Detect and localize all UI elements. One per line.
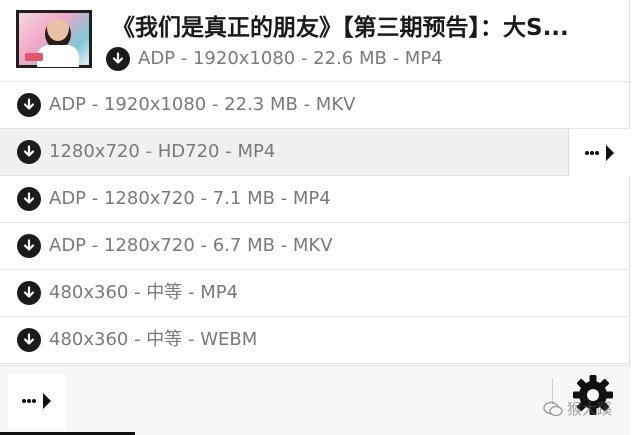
download-popup: 《我们是真正的朋友》【第三期预告】：大S... ADP - 1920x1080 … (0, 0, 630, 435)
video-header: 《我们是真正的朋友》【第三期预告】：大S... ADP - 1920x1080 … (0, 0, 630, 82)
format-label: ADP - 1280x720 - 7.1 MB - MP4 (49, 188, 331, 209)
download-icon (17, 93, 41, 117)
format-label: 480x360 - 中等 - WEBM (49, 329, 258, 350)
ellipsis-icon (584, 150, 599, 155)
play-arrow-icon (605, 144, 614, 161)
thumbnail-body (37, 45, 79, 67)
format-option[interactable]: 480x360 - 中等 - MP4 (0, 270, 630, 317)
format-label: 480x360 - 中等 - MP4 (49, 282, 239, 303)
watermark-text: 猴大蹊 (566, 400, 612, 418)
primary-download-option[interactable]: ADP - 1920x1080 - 22.6 MB - MP4 (106, 46, 443, 72)
format-list: ADP - 1920x1080 - 22.3 MB - MKV 1280x720… (0, 82, 630, 364)
format-option[interactable]: ADP - 1280x720 - 6.7 MB - MKV (0, 223, 630, 270)
more-options-button[interactable] (568, 129, 630, 176)
download-icon (17, 234, 41, 258)
thumbnail-tag (25, 53, 43, 61)
download-icon (17, 140, 41, 164)
download-icon (17, 328, 41, 352)
wechat-icon (543, 401, 563, 416)
format-option[interactable]: ADP - 1920x1080 - 22.3 MB - MKV (0, 82, 630, 129)
more-menu-button[interactable] (8, 374, 66, 428)
popup-footer: 猴大蹊 (0, 365, 630, 435)
primary-format-label: ADP - 1920x1080 - 22.6 MB - MP4 (138, 48, 443, 69)
format-label: 1280x720 - HD720 - MP4 (49, 141, 276, 162)
watermark: 猴大蹊 (543, 398, 612, 419)
ellipsis-icon (22, 399, 36, 403)
format-option[interactable]: 480x360 - 中等 - WEBM (0, 317, 630, 364)
thumbnail-image (19, 13, 89, 67)
video-thumbnail[interactable] (16, 10, 92, 68)
format-option[interactable]: ADP - 1280x720 - 7.1 MB - MP4 (0, 176, 630, 223)
format-label: ADP - 1280x720 - 6.7 MB - MKV (49, 235, 333, 256)
play-arrow-icon (43, 393, 51, 409)
download-icon (106, 47, 130, 71)
format-option[interactable]: 1280x720 - HD720 - MP4 (0, 129, 630, 176)
download-icon (17, 281, 41, 305)
video-title: 《我们是真正的朋友》【第三期预告】：大S... (112, 15, 569, 41)
download-icon (17, 187, 41, 211)
format-label: ADP - 1920x1080 - 22.3 MB - MKV (49, 94, 356, 115)
